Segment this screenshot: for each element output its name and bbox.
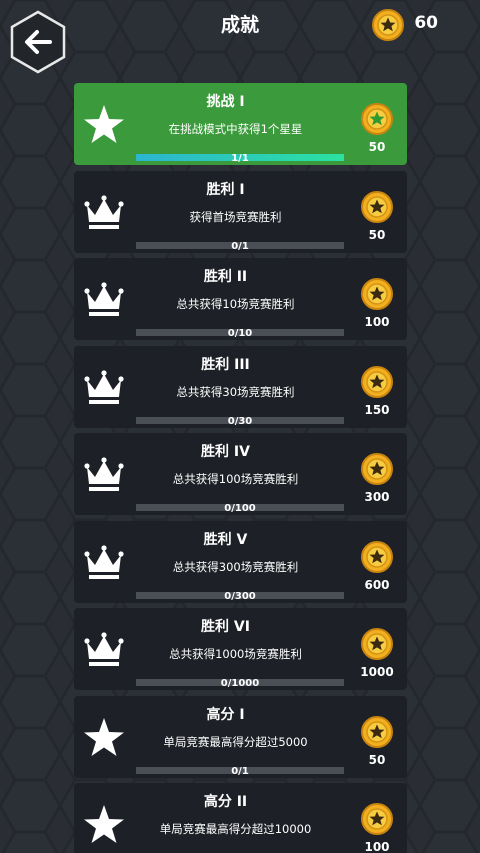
achievement-name: 高分 I	[206, 706, 245, 723]
reward-amount: 100	[364, 840, 390, 853]
reward-amount: 50	[368, 227, 386, 242]
achievement-card[interactable]: 高分 I 单局竞赛最高得分超过5000 0/1 50	[74, 695, 407, 778]
achievement-description: 单局竞赛最高得分超过5000	[163, 734, 308, 749]
achievement-description: 获得首场竞赛胜利	[189, 209, 282, 224]
achievement-card[interactable]: 胜利 IV 总共获得100场竞赛胜利 0/100 300	[74, 433, 407, 515]
reward-amount: 150	[364, 402, 390, 417]
progress-text: 1/1	[231, 153, 249, 164]
reward-amount: 50	[368, 140, 386, 154]
reward-amount: 1000	[360, 665, 394, 679]
achievement-description: 总共获得10场竞赛胜利	[176, 297, 295, 311]
reward-coin-icon	[361, 365, 393, 398]
reward-amount: 50	[368, 752, 386, 767]
achievement-name: 挑战 I	[206, 94, 245, 110]
achievement-name: 胜利 II	[203, 269, 248, 285]
achievement-description: 总共获得300场竞赛胜利	[172, 559, 299, 574]
achievement-list: 挑战 I 在挑战模式中获得1个星星 1/1 50 胜利 I 获得首场竞赛胜利 0/1 50 胜利…	[74, 83, 407, 853]
page-title: 成就	[220, 14, 259, 36]
reward-amount: 100	[364, 315, 390, 329]
reward-coin-icon	[361, 803, 393, 835]
achievement-card[interactable]: 高分 II单局竞赛最高得分超过100000/1100	[74, 783, 407, 853]
achievement-name: 胜利 III	[201, 356, 250, 373]
reward-coin-icon	[361, 190, 393, 223]
achievement-description: 总共获得1000场竞赛胜利	[169, 647, 302, 661]
progress-text: 0/1	[231, 240, 249, 252]
achievement-description: 单局竞赛最高得分超过10000	[159, 822, 312, 836]
coin-balance: 60	[414, 13, 438, 33]
progress-text: 0/1000	[220, 678, 260, 689]
progress-text: 0/300	[224, 590, 256, 602]
achievement-card[interactable]: 胜利 III 总共获得30场竞赛胜利 0/30 150	[74, 345, 407, 428]
reward-coin-icon	[361, 540, 393, 573]
progress-text: 0/100	[224, 503, 256, 514]
progress-text: 0/1	[231, 765, 249, 777]
progress-text: 0/30	[227, 415, 253, 427]
reward-coin-icon	[361, 453, 393, 485]
reward-amount: 300	[364, 490, 390, 504]
reward-coin-icon	[361, 628, 393, 660]
achievement-name: 胜利 VI	[201, 619, 250, 635]
achievement-name: 高分 II	[203, 794, 248, 810]
achievement-card[interactable]: 胜利 VI 总共获得1000场竞赛胜利 0/1000 1000	[74, 608, 407, 690]
achievement-card[interactable]: 挑战 I 在挑战模式中获得1个星星 1/1 50	[74, 83, 407, 165]
achievement-name: 胜利 IV	[201, 444, 250, 460]
achievement-description: 总共获得100场竞赛胜利	[172, 472, 299, 486]
achievement-description: 总共获得30场竞赛胜利	[176, 384, 295, 399]
achievement-card[interactable]: 胜利 I 获得首场竞赛胜利 0/1 50	[74, 170, 407, 253]
achievement-card[interactable]: 胜利 V 总共获得300场竞赛胜利 0/300 600	[74, 520, 407, 603]
coin-icon	[372, 9, 404, 41]
reward-coin-icon	[361, 278, 393, 310]
achievement-description: 在挑战模式中获得1个星星	[168, 122, 303, 136]
progress-text: 0/10	[227, 328, 253, 339]
reward-coin-icon	[361, 715, 393, 748]
reward-coin-icon	[361, 103, 393, 135]
reward-amount: 600	[364, 577, 390, 592]
achievements-screen: 成就 60 挑战 I 在挑战模式中获得1个星星 1/1 50 胜利 I 获得首场竞赛胜利 0…	[0, 0, 480, 853]
top-bar: 成就 60	[0, 0, 480, 74]
achievement-name: 胜利 I	[206, 181, 245, 198]
achievement-card[interactable]: 胜利 II 总共获得10场竞赛胜利 0/10 100	[74, 258, 407, 340]
achievement-name: 胜利 V	[203, 531, 248, 548]
